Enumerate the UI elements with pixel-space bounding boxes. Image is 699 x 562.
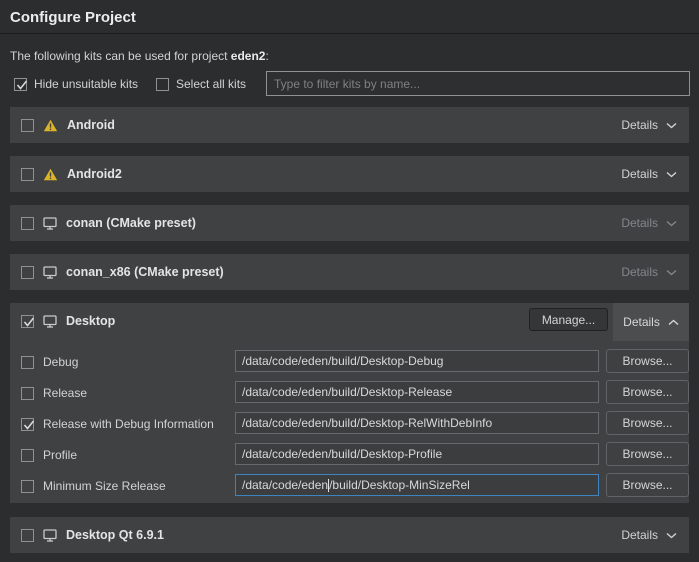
kit-checkbox[interactable] — [21, 529, 34, 542]
chevron-down-icon — [666, 122, 677, 129]
build-dir-value: /data/code/eden/build/Desktop-Profile — [242, 447, 442, 461]
intro-text-before: The following kits can be used for proje… — [10, 49, 231, 63]
kit-name: Desktop — [66, 314, 115, 328]
kit-name: Android — [67, 118, 115, 132]
details-label: Details — [621, 216, 658, 230]
build-dir-input[interactable]: /data/code/eden/build/Desktop-Debug — [235, 350, 599, 372]
checkmark-icon — [15, 78, 29, 92]
kit-name: Android2 — [67, 167, 122, 181]
desktop-icon — [43, 315, 57, 328]
kit-checkbox[interactable] — [21, 217, 34, 230]
config-row-debug: Debug /data/code/eden/build/Desktop-Debu… — [10, 350, 689, 374]
project-name: eden2 — [231, 49, 266, 63]
config-label: Profile — [43, 448, 77, 462]
browse-button[interactable]: Browse... — [606, 442, 689, 466]
build-dir-value: /data/code/eden — [242, 478, 328, 492]
checkmark-icon — [22, 315, 36, 329]
kit-checkbox[interactable] — [21, 315, 34, 328]
hide-unsuitable-kits-checkbox[interactable]: Hide unsuitable kits — [14, 77, 138, 91]
kit-name: conan_x86 (CMake preset) — [66, 265, 224, 279]
build-dir-input[interactable]: /data/code/eden/build/Desktop-Profile — [235, 443, 599, 465]
details-toggle[interactable]: Details — [621, 118, 677, 132]
config-row-profile: Profile /data/code/eden/build/Desktop-Pr… — [10, 443, 689, 467]
build-dir-value: /data/code/eden/build/Desktop-RelWithDeb… — [242, 416, 492, 430]
checkmark-icon — [22, 418, 36, 432]
build-dir-input[interactable]: /data/code/eden/build/Desktop-RelWithDeb… — [235, 412, 599, 434]
kit-row-conan: conan (CMake preset) Details — [10, 205, 689, 241]
kit-filter-input[interactable] — [266, 71, 690, 96]
kit-checkbox[interactable] — [21, 266, 34, 279]
config-label: Debug — [43, 355, 78, 369]
browse-button[interactable]: Browse... — [606, 411, 689, 435]
config-checkbox[interactable] — [21, 418, 34, 431]
kit-checkbox[interactable] — [21, 119, 34, 132]
page-title: Configure Project — [10, 9, 136, 26]
details-toggle[interactable]: Details — [621, 216, 677, 230]
kit-row-android: Android Details — [10, 107, 689, 143]
desktop-icon — [43, 266, 57, 279]
hide-unsuitable-kits-label: Hide unsuitable kits — [34, 77, 138, 91]
build-dir-value: /data/code/eden/build/Desktop-Release — [242, 385, 452, 399]
chevron-down-icon — [666, 532, 677, 539]
details-toggle[interactable]: Details — [621, 528, 677, 542]
manage-kits-button[interactable]: Manage... — [529, 308, 608, 331]
desktop-icon — [43, 529, 57, 542]
kit-name: Desktop Qt 6.9.1 — [66, 528, 164, 542]
config-checkbox[interactable] — [21, 449, 34, 462]
kit-name: conan (CMake preset) — [66, 216, 196, 230]
config-row-relwithdebinfo: Release with Debug Information /data/cod… — [10, 412, 689, 436]
warning-icon — [43, 119, 58, 132]
intro-text-after: : — [265, 49, 268, 63]
config-row-release: Release /data/code/eden/build/Desktop-Re… — [10, 381, 689, 405]
details-toggle[interactable]: Details — [621, 265, 677, 279]
config-row-minsizerel: Minimum Size Release /data/code/eden/bui… — [10, 474, 689, 498]
select-all-kits-label: Select all kits — [176, 77, 246, 91]
checkbox-checked[interactable] — [14, 78, 27, 91]
build-dir-input-focused[interactable]: /data/code/eden/build/Desktop-MinSizeRel — [235, 474, 599, 496]
intro-text: The following kits can be used for proje… — [10, 49, 269, 63]
select-all-kits-checkbox[interactable]: Select all kits — [156, 77, 246, 91]
config-checkbox[interactable] — [21, 480, 34, 493]
details-label: Details — [621, 118, 658, 132]
title-separator — [0, 33, 699, 34]
warning-icon — [43, 168, 58, 181]
build-dir-value: /data/code/eden/build/Desktop-Debug — [242, 354, 443, 368]
build-dir-value: /build/Desktop-MinSizeRel — [329, 478, 470, 492]
details-toggle[interactable]: Details — [621, 167, 677, 181]
config-label: Minimum Size Release — [43, 479, 166, 493]
details-label: Details — [621, 528, 658, 542]
chevron-down-icon — [666, 171, 677, 178]
browse-button[interactable]: Browse... — [606, 380, 689, 404]
kit-row-android2: Android2 Details — [10, 156, 689, 192]
details-label: Details — [621, 167, 658, 181]
checkbox-unchecked[interactable] — [156, 78, 169, 91]
browse-button[interactable]: Browse... — [606, 349, 689, 373]
chevron-down-icon — [666, 269, 677, 276]
config-label: Release with Debug Information — [43, 417, 214, 431]
build-dir-input[interactable]: /data/code/eden/build/Desktop-Release — [235, 381, 599, 403]
chevron-down-icon — [666, 220, 677, 227]
browse-button[interactable]: Browse... — [606, 473, 689, 497]
kit-row-conan-x86: conan_x86 (CMake preset) Details — [10, 254, 689, 290]
config-label: Release — [43, 386, 87, 400]
config-checkbox[interactable] — [21, 387, 34, 400]
kit-row-desktop-qt: Desktop Qt 6.9.1 Details — [10, 517, 689, 553]
config-checkbox[interactable] — [21, 356, 34, 369]
details-label: Details — [621, 265, 658, 279]
desktop-icon — [43, 217, 57, 230]
kit-row-desktop-expanded: Details Desktop Manage... Debug /data/co… — [10, 303, 689, 503]
kit-checkbox[interactable] — [21, 168, 34, 181]
